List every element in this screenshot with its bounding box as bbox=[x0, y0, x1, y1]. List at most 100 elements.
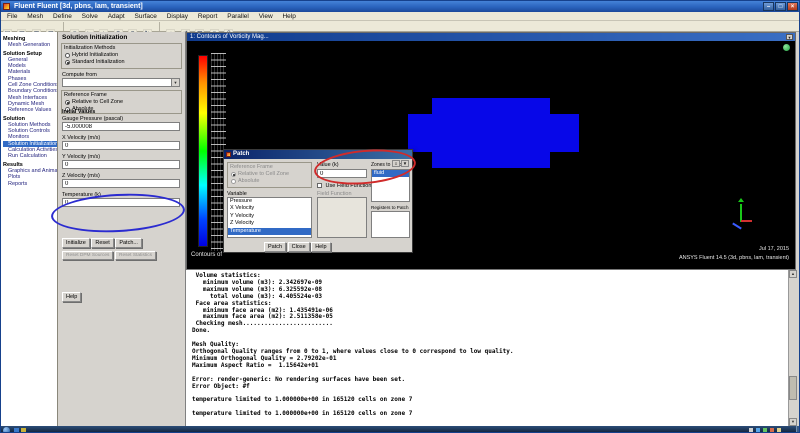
patch-button[interactable]: Patch... bbox=[115, 238, 142, 248]
panel-title: Solution Initialization bbox=[62, 34, 128, 41]
dialog-help-button[interactable]: Help bbox=[311, 242, 331, 252]
radio-icon[interactable] bbox=[65, 99, 70, 105]
dialog-patch-button[interactable]: Patch bbox=[264, 242, 287, 252]
radio-icon[interactable] bbox=[231, 171, 236, 177]
contour-colorbar bbox=[198, 55, 208, 247]
reset-button[interactable]: Reset bbox=[91, 238, 114, 248]
menu-solve[interactable]: Solve bbox=[78, 12, 102, 21]
x-velocity-field[interactable] bbox=[62, 141, 180, 150]
patch-dialog: Patch Reference Frame Relative to Cell Z… bbox=[223, 149, 413, 253]
radio-icon[interactable] bbox=[65, 52, 70, 58]
reset-dpm-sources-button[interactable]: Reset DPM Sources bbox=[62, 251, 114, 260]
dialog-reference-frame-group: Reference Frame Relative to Cell Zone Ab… bbox=[227, 162, 312, 188]
reset-statistics-button[interactable]: Reset Statistics bbox=[114, 251, 157, 260]
radio-icon[interactable] bbox=[231, 178, 236, 184]
console-scrollbar[interactable]: ▲ ▼ bbox=[788, 270, 797, 426]
tree-item-boundary-conditions[interactable]: Boundary Conditions bbox=[3, 88, 57, 94]
scroll-down-icon[interactable]: ▼ bbox=[789, 418, 797, 426]
console-text: Volume statistics: minimum volume (m3): … bbox=[192, 272, 514, 418]
navigation-tree: Meshing Mesh Generation Solution Setup G… bbox=[1, 32, 58, 426]
maximize-icon[interactable]: □ bbox=[775, 2, 786, 11]
minimize-icon[interactable]: – bbox=[763, 2, 774, 11]
tree-item-mesh-generation[interactable]: Mesh Generation bbox=[3, 42, 57, 48]
start-button[interactable] bbox=[3, 426, 10, 432]
tray-icon[interactable] bbox=[763, 428, 767, 432]
window-title: Fluent Fluent [3d, pbns, lam, transient] bbox=[14, 3, 143, 10]
window-controls: – □ × bbox=[763, 2, 798, 11]
panel-button-row: Initialize Reset Patch... bbox=[62, 238, 142, 248]
variable-item-z-velocity[interactable]: Z Velocity bbox=[228, 220, 311, 227]
close-icon[interactable]: × bbox=[787, 2, 798, 11]
tray-icon[interactable] bbox=[777, 428, 781, 432]
reference-frame-label: Reference Frame bbox=[64, 92, 107, 98]
menu-file[interactable]: File bbox=[3, 12, 21, 21]
value-field[interactable] bbox=[317, 169, 367, 178]
geometry-contour-bulge bbox=[432, 98, 550, 168]
hybrid-initialization-radio[interactable]: Hybrid Initialization bbox=[62, 51, 181, 58]
chevron-down-icon[interactable]: ▼ bbox=[171, 79, 179, 86]
tree-item-reference-values[interactable]: Reference Values bbox=[3, 107, 57, 113]
tree-item-run-calculation[interactable]: Run Calculation bbox=[3, 153, 57, 159]
tray-icon[interactable] bbox=[756, 428, 760, 432]
initialization-methods-group: Initialization Methods Hybrid Initializa… bbox=[61, 43, 182, 69]
zone-item-fluid[interactable]: fluid bbox=[372, 170, 409, 178]
field-function-list[interactable] bbox=[317, 197, 367, 238]
plot-date: Jul 17, 2015 bbox=[759, 246, 789, 252]
menu-define[interactable]: Define bbox=[49, 12, 76, 21]
menu-adapt[interactable]: Adapt bbox=[104, 12, 129, 21]
initialize-button[interactable]: Initialize bbox=[62, 238, 90, 248]
menu-mesh[interactable]: Mesh bbox=[23, 12, 47, 21]
solution-initialization-panel: Solution Initialization Initialization M… bbox=[58, 32, 186, 426]
tray-icon[interactable] bbox=[749, 428, 753, 432]
menu-view[interactable]: View bbox=[255, 12, 277, 21]
menu-parallel[interactable]: Parallel bbox=[223, 12, 253, 21]
variable-item-pressure[interactable]: Pressure bbox=[228, 198, 311, 205]
variable-item-y-velocity[interactable]: Y Velocity bbox=[228, 213, 311, 220]
gauge-pressure-field[interactable] bbox=[62, 122, 180, 131]
toolbar-separator bbox=[62, 22, 64, 31]
dialog-relative-radio[interactable]: Relative to Cell Zone bbox=[228, 170, 311, 177]
console-output[interactable]: Volume statistics: minimum volume (m3): … bbox=[186, 269, 797, 426]
graphics-window-menu-icon[interactable]: ▼ bbox=[786, 34, 793, 40]
menu-report[interactable]: Report bbox=[194, 12, 222, 21]
registers-to-patch-list[interactable] bbox=[371, 211, 410, 238]
menu-display[interactable]: Display bbox=[163, 12, 192, 21]
dialog-close-button[interactable]: Close bbox=[287, 242, 310, 252]
zones-menu-icon[interactable]: ≡ bbox=[392, 160, 400, 167]
use-field-function-checkbox[interactable]: Use Field Function bbox=[317, 183, 371, 189]
graphics-window-titlebar[interactable]: 1: Contours of Vorticity Mag... ▼ bbox=[187, 33, 795, 41]
y-velocity-field[interactable] bbox=[62, 160, 180, 169]
value-label: Value (k) bbox=[317, 162, 339, 168]
radio-icon[interactable] bbox=[65, 59, 70, 65]
graphics-window-title: 1: Contours of Vorticity Mag... bbox=[190, 34, 269, 40]
toolbar: ▤ ▦ ▧ ▥ ◉ ► + ⊕ ⊖ ↻ ⌂ ↺ ▩ ≡ ? bbox=[1, 21, 799, 38]
zones-to-patch-list[interactable]: fluid bbox=[371, 169, 410, 202]
tray-icon[interactable] bbox=[770, 428, 774, 432]
variable-item-x-velocity[interactable]: X Velocity bbox=[228, 205, 311, 212]
standard-initialization-radio[interactable]: Standard Initialization bbox=[62, 58, 181, 65]
tree-item-reports[interactable]: Reports bbox=[3, 181, 57, 187]
title-bar[interactable]: Fluent Fluent [3d, pbns, lam, transient]… bbox=[1, 1, 799, 12]
checkbox-icon[interactable] bbox=[317, 183, 322, 189]
menu-help[interactable]: Help bbox=[278, 12, 299, 21]
scrollbar-thumb[interactable] bbox=[789, 376, 797, 401]
fluent-application-window: Fluent Fluent [3d, pbns, lam, transient]… bbox=[0, 0, 800, 433]
temperature-field[interactable] bbox=[62, 198, 180, 207]
variable-item-temperature[interactable]: Temperature bbox=[228, 227, 311, 236]
dialog-absolute-radio[interactable]: Absolute bbox=[228, 177, 311, 184]
relative-to-cell-zone-radio[interactable]: Relative to Cell Zone bbox=[62, 98, 181, 105]
zones-dropdown-icon[interactable]: ▼ bbox=[401, 160, 409, 167]
help-button[interactable]: Help bbox=[62, 292, 82, 302]
taskbar-app-icon[interactable] bbox=[21, 428, 26, 432]
contour-caption: Contours of bbox=[191, 252, 223, 258]
registers-to-patch-label: Registers to Patch bbox=[371, 205, 409, 210]
menu-surface[interactable]: Surface bbox=[131, 12, 161, 21]
variable-list[interactable]: Pressure X Velocity Y Velocity Z Velocit… bbox=[227, 197, 312, 238]
patch-dialog-titlebar[interactable]: Patch bbox=[224, 150, 412, 159]
z-velocity-field[interactable] bbox=[62, 179, 180, 188]
compute-from-dropdown[interactable]: ▼ bbox=[62, 78, 180, 87]
taskbar-app-icon[interactable] bbox=[14, 428, 19, 432]
scroll-up-icon[interactable]: ▲ bbox=[789, 270, 797, 278]
toolbar-separator bbox=[158, 22, 160, 31]
show-desktop-button[interactable] bbox=[796, 426, 799, 432]
